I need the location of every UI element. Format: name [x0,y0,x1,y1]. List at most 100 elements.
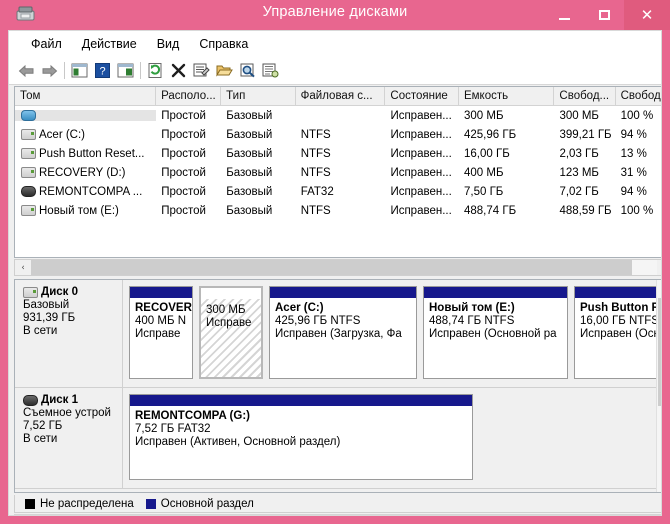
hard-disk-icon [21,129,36,140]
status-panel-1 [15,515,403,516]
hard-disk-icon [21,167,36,178]
partition-size-fs: 16,00 ГБ NTFS [580,315,657,327]
volume-list-header: Том Располо... Тип Файловая с... Состояние Ем… [15,87,661,106]
svg-text:?: ? [99,66,105,78]
cell-pct: 94 % [620,185,647,198]
vertical-scroll-track[interactable] [657,296,661,476]
hard-disk-icon [21,148,36,159]
menu-item-file[interactable]: Файл [21,35,72,53]
show-hide-console-tree-icon[interactable] [68,60,91,82]
table-row[interactable]: REMONTCOMPA ... Простой Базовый FAT32 Исправ… [15,182,661,201]
toolbar-separator-2 [140,62,141,79]
scroll-down-arrow-icon[interactable]: ˅ [657,476,661,492]
scroll-up-arrow-icon[interactable]: ˄ [657,280,661,296]
column-header-2[interactable]: Тип [221,87,296,106]
menu-item-action[interactable]: Действие [72,35,147,53]
status-panel-2 [403,515,464,516]
toolbar-separator-1 [64,62,65,79]
back-icon[interactable] [15,60,38,82]
delete-icon[interactable] [167,60,190,82]
scroll-right-arrow-icon[interactable]: › [657,263,661,273]
cell-capacity: 16,00 ГБ [464,147,510,160]
partition-size-fs: 488,74 ГБ NTFS [429,315,515,327]
partition-size-fs: 7,52 ГБ FAT32 [135,423,211,435]
volume-name-cell [15,110,157,121]
open-folder-icon[interactable] [213,60,236,82]
partition-status: Исправен (Основной ра [429,328,557,340]
partition-body: 300 МБ Исправе [201,299,261,377]
partition-status: Исправен (Загрузка, Фа [275,328,402,340]
menu-item-view[interactable]: Вид [147,35,190,53]
table-row[interactable]: Acer (C:) Простой Базовый NTFS Исправен... 42… [15,125,661,144]
table-row[interactable]: Push Button Reset... Простой Базовый NTFS Ис… [15,144,661,163]
column-header-1[interactable]: Располо... [156,87,222,106]
table-row[interactable]: Новый том (E:) Простой Базовый NTFS Исправен… [15,201,661,220]
column-header-0[interactable]: Том [15,87,157,106]
cell-pct: 100 % [620,109,654,122]
horizontal-scrollbar[interactable]: ‹ › [14,259,661,276]
partition-block[interactable]: 300 МБ Исправе [199,286,263,379]
window-controls: ✕ [544,0,670,30]
close-button[interactable]: ✕ [624,0,670,30]
column-header-4[interactable]: Состояние [385,87,459,106]
help-icon[interactable]: ? [91,60,114,82]
volume-list[interactable]: Том Располо... Тип Файловая с... Состояние Ем… [14,86,661,258]
vertical-scrollbar[interactable]: ˄ ˅ [656,280,661,492]
cell-capacity: 300 МБ [464,109,504,122]
scroll-left-arrow-icon[interactable]: ‹ [15,263,31,273]
partition-block[interactable]: Новый том (E:) 488,74 ГБ NTFS Исправен (Ос… [423,286,568,379]
column-header-6[interactable]: Свобод... [554,87,616,106]
minimize-button[interactable] [544,0,584,30]
table-row[interactable]: RECOVERY (D:) Простой Базовый NTFS Исправен.… [15,163,661,182]
partition-block[interactable]: REMONTCOMPA (G:) 7,52 ГБ FAT32 Исправен (А… [129,394,473,480]
refresh-icon[interactable] [144,60,167,82]
partition-block[interactable]: Push Button Res16,00 ГБ NTFSИсправен (Ос… [574,286,657,379]
menu-item-help[interactable]: Справка [189,35,258,53]
cell-status: Исправен... [390,147,452,160]
partition-color-bar [424,287,567,298]
cell-type: Базовый [226,147,273,160]
cell-type: Базовый [226,109,273,122]
partition-strip: REMONTCOMPA (G:) 7,52 ГБ FAT32 Исправен (А… [123,388,657,488]
forward-icon[interactable] [38,60,61,82]
partition-block[interactable]: RECOVER 400 МБ N Исправе [129,286,193,379]
partition-body: Новый том (E:) 488,74 ГБ NTFS Исправен (Ос… [424,298,567,378]
partition-label: Acer (C:) [275,302,324,314]
volume-name-cell: Acer (C:) [15,129,156,141]
cell-free: 488,59 ГБ [559,204,612,217]
partition-label: REMONTCOMPA (G:) [135,410,250,422]
search-icon[interactable] [236,60,259,82]
disk-info-panel[interactable]: Диск 1 Съемное устрой 7,52 ГБ В сети [15,388,123,488]
table-row[interactable]: Простой Базовый Исправен... 300 МБ 300 МБ 100… [15,106,661,125]
column-header-7[interactable]: Свободн [615,87,661,106]
column-header-3[interactable]: Файловая с... [295,87,386,106]
partition-label: Новый том (E:) [429,302,515,314]
vertical-scroll-thumb[interactable] [658,298,661,406]
disk-row[interactable]: Диск 1 Съемное устрой 7,52 ГБ В сети REMONTC… [15,388,657,489]
disk-graphical-view[interactable]: Диск 0 Базовый 931,39 ГБ В сети RECOVER 400 М… [14,279,661,493]
maximize-button[interactable] [584,0,624,30]
disk-info-panel[interactable]: Диск 0 Базовый 931,39 ГБ В сети [15,280,123,387]
cell-type: Базовый [226,204,273,217]
close-icon: ✕ [640,5,654,24]
disk-title: Диск 0 [23,286,118,298]
volume-name-label: REMONTCOMPA ... [39,185,143,198]
horizontal-scroll-track[interactable] [31,260,657,275]
cell-free: 123 МБ [559,166,599,179]
column-header-5[interactable]: Емкость [458,87,555,106]
partition-block[interactable]: Acer (C:) 425,96 ГБ NTFS Исправен (Загрузк… [269,286,417,379]
show-hide-action-pane-icon[interactable] [114,60,137,82]
volume-name-cell: Новый том (E:) [15,205,156,217]
volume-name-label: Новый том (E:) [39,204,119,217]
cell-status: Исправен... [390,166,452,179]
status-panel-4 [600,515,662,516]
rescan-disks-icon[interactable] [259,60,282,82]
title-bar[interactable]: Управление дисками ✕ [8,0,670,30]
partition-strip: RECOVER 400 МБ N Исправе 300 МБ Исправе Acer … [123,280,657,387]
partition-body: REMONTCOMPA (G:) 7,52 ГБ FAT32 Исправен (А… [130,406,472,479]
disk-row[interactable]: Диск 0 Базовый 931,39 ГБ В сети RECOVER 400 М… [15,280,657,388]
properties-icon[interactable] [190,60,213,82]
status-bar [14,514,662,516]
horizontal-scroll-thumb[interactable] [31,260,632,275]
partition-color-bar [130,395,472,406]
